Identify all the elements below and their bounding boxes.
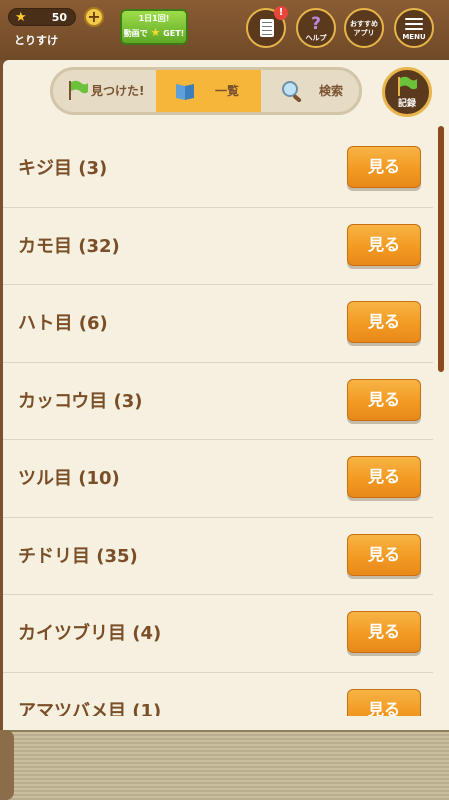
user-name: とりすけ bbox=[14, 34, 58, 47]
apps-label-1: おすすめ bbox=[350, 20, 378, 28]
coin-counter: ★ 50 bbox=[8, 8, 76, 26]
tab-found-label: 見つけた! bbox=[91, 84, 145, 98]
view-button[interactable]: 見る bbox=[347, 223, 421, 266]
star-icon: ★ bbox=[15, 10, 27, 25]
view-button[interactable]: 見る bbox=[347, 533, 421, 576]
document-icon bbox=[260, 19, 274, 37]
scrollbar[interactable] bbox=[438, 126, 444, 372]
reward-line-1: 1日1回! bbox=[138, 14, 170, 23]
menu-label: MENU bbox=[402, 33, 426, 41]
view-button[interactable]: 見る bbox=[347, 146, 421, 188]
menu-button[interactable]: MENU bbox=[394, 8, 434, 48]
book-pages bbox=[0, 730, 449, 800]
view-button[interactable]: 見る bbox=[347, 688, 421, 716]
record-button[interactable]: 記録 bbox=[382, 67, 432, 117]
tab-list[interactable]: 一覧 bbox=[156, 70, 261, 112]
tab-list-label: 一覧 bbox=[214, 84, 239, 98]
tab-found[interactable]: 見つけた! bbox=[53, 70, 156, 112]
reward-line-3: GET! bbox=[163, 29, 185, 38]
list-item-label: ツル目 (10) bbox=[18, 468, 120, 489]
list-item-label: キジ目 (3) bbox=[18, 158, 108, 179]
list-item-label: アマツバメ目 (1) bbox=[18, 700, 162, 717]
question-icon: ? bbox=[311, 14, 321, 34]
view-button[interactable]: 見る bbox=[347, 611, 421, 653]
notification-badge: ! bbox=[274, 6, 288, 20]
plus-icon: + bbox=[87, 7, 101, 26]
list-item: カイツブリ目 (4) 見る bbox=[3, 595, 433, 673]
view-tabs: 見つけた! 一覧 検索 bbox=[50, 67, 362, 115]
list-item: ハト目 (6) 見る bbox=[3, 285, 433, 363]
list-item-label: チドリ目 (35) bbox=[18, 545, 138, 567]
list-item: チドリ目 (35) 見る bbox=[3, 518, 433, 595]
tab-search[interactable]: 検索 bbox=[261, 70, 359, 112]
recommended-apps-button[interactable]: おすすめ アプリ bbox=[344, 8, 384, 48]
list-item: キジ目 (3) 見る bbox=[3, 130, 433, 208]
view-button[interactable]: 見る bbox=[347, 301, 421, 343]
add-coins-button[interactable]: + bbox=[84, 7, 104, 27]
list-item: アマツバメ目 (1) 見る bbox=[3, 673, 433, 717]
help-button[interactable]: ? ヘルプ bbox=[296, 8, 336, 48]
list-item: カッコウ目 (3) 見る bbox=[3, 363, 433, 440]
apps-label-2: アプリ bbox=[353, 29, 375, 37]
view-button[interactable]: 見る bbox=[347, 378, 421, 421]
book-icon bbox=[176, 84, 194, 100]
order-list: キジ目 (3) 見る カモ目 (32) 見る ハト目 (6) 見る カッコウ目 … bbox=[3, 130, 433, 716]
list-item-label: カッコウ目 (3) bbox=[18, 390, 143, 412]
list-item-label: カイツブリ目 (4) bbox=[18, 623, 162, 644]
video-reward-button[interactable]: 1日1回! 動画で ★ GET! bbox=[120, 9, 188, 45]
news-button[interactable]: ! bbox=[246, 6, 288, 48]
list-item-label: カモ目 (32) bbox=[18, 235, 120, 257]
list-item-label: ハト目 (6) bbox=[18, 313, 108, 334]
flag-icon bbox=[398, 76, 417, 96]
view-button[interactable]: 見る bbox=[347, 456, 421, 498]
hamburger-icon bbox=[405, 18, 423, 30]
record-label: 記録 bbox=[397, 99, 416, 109]
tab-search-label: 検索 bbox=[319, 84, 344, 98]
help-label: ヘルプ bbox=[305, 34, 327, 42]
coin-count: 50 bbox=[51, 11, 67, 24]
reward-line-2: 動画で bbox=[123, 29, 148, 38]
magnifier-icon bbox=[282, 81, 302, 102]
book-spine bbox=[0, 730, 14, 800]
flag-icon bbox=[69, 80, 88, 100]
star-icon: ★ bbox=[150, 26, 161, 39]
list-item: カモ目 (32) 見る bbox=[3, 208, 433, 285]
list-item: ツル目 (10) 見る bbox=[3, 440, 433, 518]
